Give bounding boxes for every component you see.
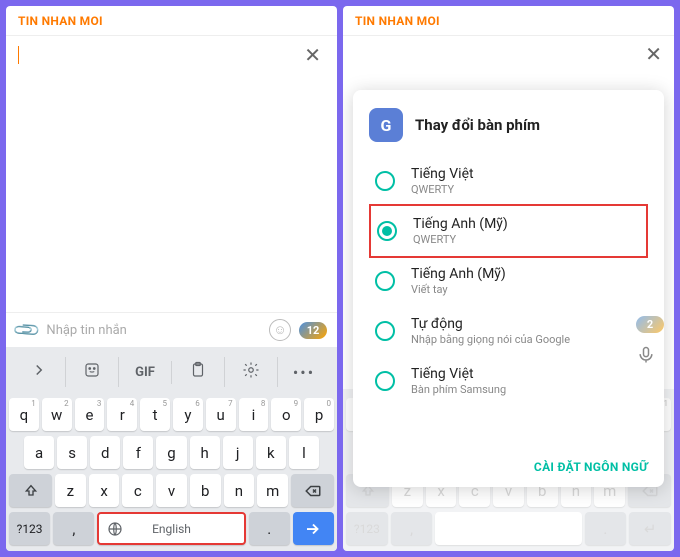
period-key[interactable]: .	[249, 512, 290, 545]
keyboard-switcher-popup: G Thay đổi bàn phím Tiếng ViệtQWERTYTiến…	[353, 90, 664, 487]
spacebar-language-key[interactable]: English	[97, 512, 245, 545]
key-letter[interactable]: t5	[140, 398, 170, 431]
sim-badge[interactable]: 12	[299, 322, 327, 339]
keyboard-row-4: ?123 , English .	[9, 512, 334, 545]
option-sub: Nhập bằng giọng nói của Google	[411, 333, 642, 346]
keyboard-option[interactable]: Tự độngNhập bằng giọng nói của Google	[369, 306, 648, 356]
spacebar-language-key[interactable]	[435, 512, 581, 545]
key-letter[interactable]: p0	[304, 398, 334, 431]
compose-placeholder[interactable]: Nhập tin nhắn	[46, 323, 261, 338]
clear-icon[interactable]: ✕	[300, 43, 325, 67]
radio-icon	[377, 221, 397, 241]
globe-icon	[107, 521, 123, 537]
option-name: Tiếng Việt	[411, 366, 642, 382]
sim-badge: 2	[636, 316, 664, 333]
header-title: TIN NHAN MOI	[18, 14, 103, 28]
comma-key[interactable]: ,	[391, 512, 433, 545]
screenshot-left: TIN NHAN MOI ✕ 📎 Nhập tin nhắn ☺ 12 GIF	[6, 6, 337, 551]
option-name: Tiếng Anh (Mỹ)	[411, 266, 642, 282]
enter-key[interactable]: ↵	[629, 512, 671, 545]
key-letter[interactable]: j	[223, 436, 253, 469]
keyboard-row-4: ?123 , . ↵	[346, 512, 671, 545]
toolbar-settings-icon[interactable]	[225, 357, 278, 387]
period-key[interactable]: .	[585, 512, 627, 545]
app-header: TIN NHAN MOI	[343, 6, 674, 36]
key-letter[interactable]: y6	[173, 398, 203, 431]
key-letter[interactable]: r4	[107, 398, 137, 431]
key-letter[interactable]: d	[90, 436, 120, 469]
key-letter[interactable]: a	[24, 436, 54, 469]
option-sub: QWERTY	[413, 233, 640, 246]
clear-icon[interactable]: ✕	[645, 42, 662, 66]
popup-header: G Thay đổi bàn phím	[369, 108, 648, 142]
key-letter[interactable]: z	[55, 474, 86, 507]
key-letter[interactable]: c	[122, 474, 153, 507]
keyboard-option[interactable]: Tiếng ViệtBàn phím Samsung	[369, 356, 648, 406]
screenshot-right: TIN NHAN MOI ✕ 2 q1 zxcvbnm ?123 , . ↵	[343, 6, 674, 551]
key-letter[interactable]: x	[89, 474, 120, 507]
keyboard-option[interactable]: Tiếng Anh (Mỹ)QWERTY	[369, 204, 648, 258]
app-header: TIN NHAN MOI	[6, 6, 337, 36]
recipient-input[interactable]	[23, 47, 300, 63]
option-name: Tự động	[411, 316, 642, 332]
toolbar-clipboard-icon[interactable]	[172, 357, 225, 387]
toolbar-more-icon[interactable]: •••	[278, 359, 330, 386]
key-letter[interactable]: w2	[42, 398, 72, 431]
key-letter[interactable]: n	[224, 474, 255, 507]
language-settings-button[interactable]: CÀI ĐẶT NGÔN NGỮ	[534, 460, 648, 474]
key-letter[interactable]: h	[190, 436, 220, 469]
option-name: Tiếng Việt	[411, 166, 642, 182]
option-sub: QWERTY	[411, 183, 642, 196]
keyboard-row-2: asdfghjkl	[9, 436, 334, 469]
attach-icon[interactable]: 📎	[12, 315, 43, 346]
keyboard-toolbar: GIF •••	[9, 351, 334, 393]
keyboard-option[interactable]: Tiếng Anh (Mỹ)Viết tay	[369, 256, 648, 306]
emoji-icon[interactable]: ☺	[269, 319, 291, 341]
recipient-row[interactable]: ✕	[6, 36, 337, 74]
message-body	[6, 74, 337, 312]
radio-icon	[375, 171, 395, 191]
backspace-key[interactable]	[291, 474, 334, 507]
radio-icon	[375, 271, 395, 291]
send-key[interactable]	[293, 512, 334, 545]
key-letter[interactable]: b	[190, 474, 221, 507]
background-icons: 2	[636, 316, 664, 365]
shift-key[interactable]	[9, 474, 52, 507]
option-sub: Viết tay	[411, 283, 642, 296]
numbers-key[interactable]: ?123	[346, 512, 388, 545]
keyboard: GIF ••• q1w2e3r4t5y6u7i8o9p0 asdfghjkl z…	[6, 347, 337, 551]
key-letter[interactable]: q1	[9, 398, 39, 431]
key-letter[interactable]: m	[257, 474, 288, 507]
key-letter[interactable]: s	[57, 436, 87, 469]
key-letter[interactable]: e3	[75, 398, 105, 431]
radio-icon	[375, 321, 395, 341]
compose-row: 📎 Nhập tin nhắn ☺ 12	[6, 312, 337, 347]
option-name: Tiếng Anh (Mỹ)	[413, 216, 640, 232]
keyboard-option[interactable]: Tiếng ViệtQWERTY	[369, 156, 648, 206]
key-letter[interactable]: u7	[206, 398, 236, 431]
key-letter[interactable]: o9	[271, 398, 301, 431]
toolbar-gif-button[interactable]: GIF	[119, 361, 172, 384]
comma-key[interactable]: ,	[53, 512, 94, 545]
popup-title: Thay đổi bàn phím	[415, 116, 540, 134]
keyboard-row-3: zxcvbnm	[9, 474, 334, 507]
mic-icon	[636, 345, 656, 365]
toolbar-chevron-icon[interactable]	[13, 357, 66, 387]
key-letter[interactable]: f	[123, 436, 153, 469]
radio-icon	[375, 371, 395, 391]
key-letter[interactable]: i8	[239, 398, 269, 431]
header-title: TIN NHAN MOI	[355, 14, 440, 28]
text-cursor	[18, 46, 19, 64]
key-letter[interactable]: v	[156, 474, 187, 507]
toolbar-sticker-icon[interactable]	[66, 357, 119, 387]
key-letter[interactable]: l	[289, 436, 319, 469]
numbers-key[interactable]: ?123	[9, 512, 50, 545]
option-sub: Bàn phím Samsung	[411, 383, 642, 396]
spacebar-label: English	[152, 522, 191, 536]
keyboard-row-1: q1w2e3r4t5y6u7i8o9p0	[9, 398, 334, 431]
key-letter[interactable]: g	[156, 436, 186, 469]
key-letter[interactable]: k	[256, 436, 286, 469]
gboard-app-icon: G	[369, 108, 403, 142]
popup-footer: CÀI ĐẶT NGÔN NGỮ	[369, 446, 648, 475]
